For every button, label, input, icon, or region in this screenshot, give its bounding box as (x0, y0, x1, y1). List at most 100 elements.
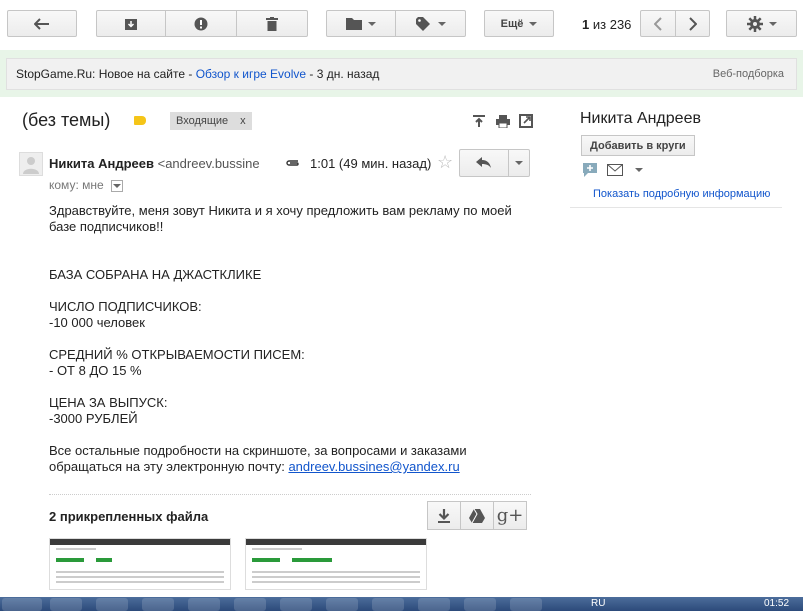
firefox-taskbar-icon[interactable] (96, 598, 128, 611)
expand-all-icon[interactable] (472, 114, 486, 128)
sender-line[interactable]: Никита Андреев <andreev.bussine (49, 156, 260, 171)
skype-taskbar-icon[interactable] (464, 598, 496, 611)
archive-button[interactable] (96, 10, 166, 37)
app-taskbar-icon[interactable] (280, 598, 312, 611)
attachment-thumbnail[interactable] (49, 538, 231, 590)
pager-current: 1 (582, 17, 590, 32)
importance-marker-icon[interactable] (134, 116, 146, 125)
attachment-thumbnail[interactable] (245, 538, 427, 590)
reply-icon (476, 157, 491, 168)
start-button[interactable] (2, 598, 42, 611)
recipients-line: кому: мне (49, 178, 124, 192)
body-line: Здравствуйте, меня зовут Никита и я хочу… (49, 203, 512, 234)
message-body: Здравствуйте, меня зовут Никита и я хочу… (49, 203, 519, 475)
body-line (49, 283, 519, 299)
body-line: -3000 РУБЛЕЙ (49, 411, 138, 426)
chevron-down-icon (368, 21, 376, 26)
chevron-right-icon (688, 16, 697, 31)
new-window-icon[interactable] (519, 114, 533, 128)
download-all-button[interactable] (427, 501, 461, 530)
older-button[interactable] (675, 10, 710, 37)
body-line (49, 379, 519, 395)
delete-button[interactable] (236, 10, 308, 37)
app-taskbar-icon[interactable] (188, 598, 220, 611)
body-line (49, 331, 519, 347)
add-to-circles-button[interactable]: Добавить в круги (581, 135, 695, 156)
web-clip-bar: StopGame.Ru: Новое на сайте - Обзор к иг… (6, 58, 797, 90)
body-line: СРЕДНИЙ % ОТКРЫВАЕМОСТИ ПИСЕМ: (49, 347, 305, 362)
inbox-label-chip[interactable]: Входящие x (170, 112, 252, 130)
reply-button-group (459, 149, 530, 177)
tag-icon (415, 16, 430, 31)
web-clip-label[interactable]: Веб-подборка (713, 68, 784, 80)
chrome-taskbar-icon[interactable] (50, 598, 82, 611)
app-taskbar-icon[interactable] (418, 598, 450, 611)
settings-button[interactable] (726, 10, 797, 37)
recipients-text: кому: мне (49, 178, 104, 192)
chevron-left-icon (654, 16, 662, 31)
move-to-button[interactable] (326, 10, 396, 37)
print-icon[interactable] (496, 114, 510, 128)
back-button[interactable] (7, 10, 77, 37)
report-spam-icon (194, 17, 208, 30)
system-clock[interactable]: 01:52 (764, 598, 789, 609)
more-actions-button[interactable] (508, 149, 530, 177)
body-line: -10 000 человек (49, 315, 145, 330)
sidebar-divider (570, 207, 782, 208)
body-line: ЦЕНА ЗА ВЫПУСК: (49, 395, 168, 410)
chevron-down-icon (515, 161, 523, 165)
inbox-label-text: Входящие (176, 115, 229, 127)
web-clip-source: StopGame.Ru: Новое на сайте (16, 67, 186, 81)
opera-taskbar-icon[interactable] (142, 598, 174, 611)
body-line: - ОТ 8 ДО 15 % (49, 363, 142, 378)
labels-button[interactable] (395, 10, 466, 37)
show-details-dropdown[interactable] (111, 179, 124, 192)
person-icon (23, 157, 39, 174)
body-line (49, 251, 519, 267)
sender-name: Никита Андреев (49, 156, 154, 171)
body-line: ЧИСЛО ПОДПИСЧИКОВ: (49, 299, 202, 314)
sender-email: <andreev.bussine (157, 156, 260, 171)
chevron-down-icon (113, 183, 122, 188)
message-subject: (без темы) (22, 110, 111, 130)
more-button[interactable]: Ещё (484, 10, 554, 37)
more-label: Ещё (500, 17, 524, 30)
contact-email-link[interactable]: andreev.bussines@yandex.ru (288, 459, 459, 474)
newer-button[interactable] (640, 10, 676, 37)
archive-icon (125, 18, 137, 30)
pager-count: 1 из 236 (582, 17, 631, 32)
chat-add-icon[interactable] (583, 163, 597, 177)
mail-icon[interactable] (607, 164, 623, 176)
pager-sep: из (592, 17, 607, 32)
chevron-down-icon (437, 21, 446, 26)
remove-label-icon[interactable]: x (240, 115, 246, 127)
show-details-link[interactable]: Показать подробную информацию (593, 188, 770, 200)
save-to-drive-button[interactable] (460, 501, 494, 530)
drive-icon (469, 508, 485, 523)
download-icon (438, 508, 450, 523)
contact-name: Никита Андреев (580, 110, 701, 127)
language-indicator[interactable]: RU (591, 598, 605, 609)
trash-icon (266, 16, 278, 31)
chevron-down-icon[interactable] (635, 168, 643, 172)
back-arrow-icon (34, 17, 49, 30)
sender-avatar[interactable] (19, 152, 43, 176)
star-icon[interactable]: ☆ (437, 152, 453, 173)
pager-total: 236 (609, 17, 632, 32)
web-clip-dash: - (306, 67, 317, 81)
photoshop-taskbar-icon[interactable] (234, 598, 266, 611)
body-line (49, 427, 519, 443)
share-gplus-button[interactable]: g+ (493, 501, 527, 530)
yandex-taskbar-icon[interactable] (326, 598, 358, 611)
web-clip-age: 3 дн. назад (316, 67, 380, 81)
attachments-divider (49, 494, 531, 496)
paperclip-icon (286, 160, 299, 166)
app-taskbar-icon[interactable] (510, 598, 542, 611)
report-spam-button[interactable] (165, 10, 237, 37)
top-toolbar: Ещё 1 из 236 (0, 0, 803, 50)
attachment-actions: g+ (427, 501, 527, 530)
reply-button[interactable] (459, 149, 509, 177)
folder-icon (346, 18, 362, 30)
after-effects-taskbar-icon[interactable] (372, 598, 404, 611)
web-clip-link[interactable]: Обзор к игре Evolve (196, 67, 306, 81)
